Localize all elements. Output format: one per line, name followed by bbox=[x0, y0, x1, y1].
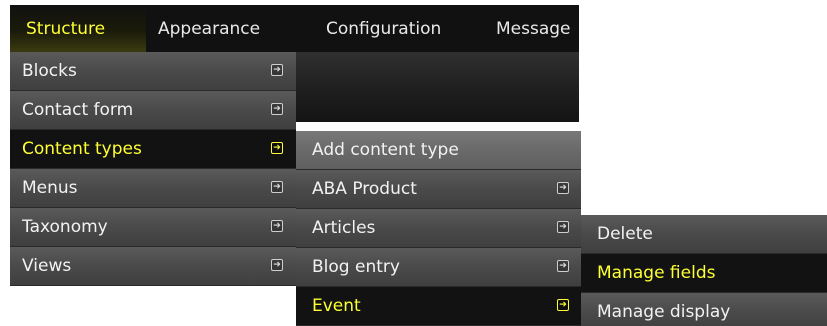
topnav-item-configuration[interactable]: Configuration bbox=[308, 5, 484, 52]
menu-item-label: ABA Product bbox=[312, 179, 417, 199]
menu-item-event[interactable]: Event ➔ bbox=[296, 287, 581, 326]
topnav-item-label: Structure bbox=[26, 18, 106, 39]
menu-item-label: Menus bbox=[22, 178, 78, 198]
structure-dropdown-menu: Blocks ➔ Contact form ➔ Content types ➔ … bbox=[10, 52, 296, 286]
admin-menu-screenshot: Structure Appearance Configuration Messa… bbox=[0, 0, 827, 326]
submenu-arrow-icon: ➔ bbox=[271, 142, 283, 154]
menu-item-label: Add content type bbox=[312, 140, 459, 160]
submenu-arrow-icon: ➔ bbox=[557, 299, 569, 311]
topnav-item-message[interactable]: Message bbox=[484, 5, 579, 52]
menu-item-label: Manage display bbox=[597, 302, 731, 322]
menu-item-menus[interactable]: Menus ➔ bbox=[10, 169, 296, 208]
top-navigation-bar: Structure Appearance Configuration Messa… bbox=[10, 5, 579, 52]
menu-item-views[interactable]: Views ➔ bbox=[10, 247, 296, 286]
menu-item-label: Content types bbox=[22, 139, 142, 159]
menu-item-label: Views bbox=[22, 256, 72, 276]
topnav-item-label: Message bbox=[496, 18, 571, 39]
submenu-arrow-icon: ➔ bbox=[271, 220, 283, 232]
menu-item-articles[interactable]: Articles ➔ bbox=[296, 209, 581, 248]
menu-item-delete[interactable]: Delete bbox=[581, 215, 827, 254]
menu-item-label: Manage fields bbox=[597, 263, 716, 283]
submenu-arrow-icon: ➔ bbox=[271, 259, 283, 271]
menu-item-manage-fields[interactable]: Manage fields bbox=[581, 254, 827, 293]
menu-item-aba-product[interactable]: ABA Product ➔ bbox=[296, 170, 581, 209]
submenu-arrow-icon: ➔ bbox=[557, 182, 569, 194]
menu-item-blocks[interactable]: Blocks ➔ bbox=[10, 52, 296, 91]
menu-item-label: Event bbox=[312, 296, 361, 316]
topnav-item-appearance[interactable]: Appearance bbox=[146, 5, 308, 52]
topnav-item-structure[interactable]: Structure bbox=[10, 5, 146, 52]
menu-item-blog-entry[interactable]: Blog entry ➔ bbox=[296, 248, 581, 287]
submenu-arrow-icon: ➔ bbox=[271, 181, 283, 193]
submenu-arrow-icon: ➔ bbox=[271, 64, 283, 76]
menu-item-label: Articles bbox=[312, 218, 376, 238]
menu-item-taxonomy[interactable]: Taxonomy ➔ bbox=[10, 208, 296, 247]
event-submenu: Delete Manage fields Manage display bbox=[581, 215, 827, 326]
menu-item-label: Contact form bbox=[22, 100, 134, 120]
menu-item-label: Blocks bbox=[22, 61, 77, 81]
content-types-submenu: Add content type ABA Product ➔ Articles … bbox=[296, 131, 581, 326]
menu-item-add-content-type[interactable]: Add content type bbox=[296, 131, 581, 170]
menu-background-band bbox=[296, 52, 579, 122]
submenu-arrow-icon: ➔ bbox=[271, 103, 283, 115]
menu-item-label: Delete bbox=[597, 224, 653, 244]
menu-item-label: Taxonomy bbox=[22, 217, 108, 237]
submenu-arrow-icon: ➔ bbox=[557, 221, 569, 233]
menu-item-manage-display[interactable]: Manage display bbox=[581, 293, 827, 326]
menu-item-label: Blog entry bbox=[312, 257, 400, 277]
menu-item-contact-form[interactable]: Contact form ➔ bbox=[10, 91, 296, 130]
menu-item-content-types[interactable]: Content types ➔ bbox=[10, 130, 296, 169]
submenu-arrow-icon: ➔ bbox=[557, 260, 569, 272]
topnav-item-label: Configuration bbox=[326, 18, 442, 39]
topnav-item-label: Appearance bbox=[158, 18, 261, 39]
